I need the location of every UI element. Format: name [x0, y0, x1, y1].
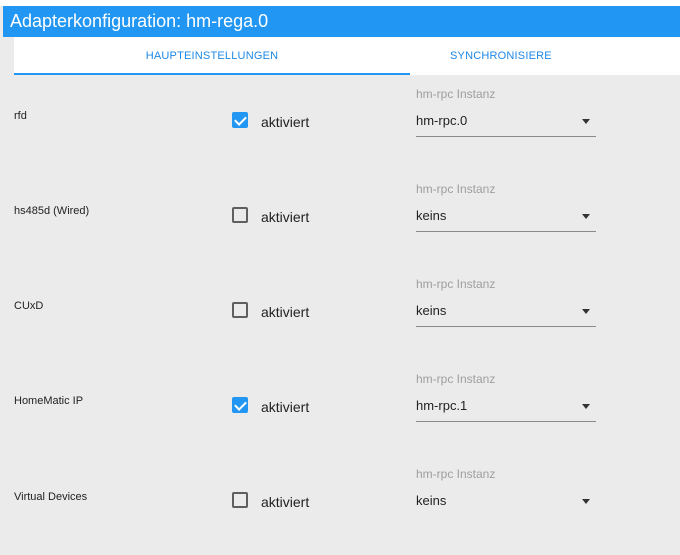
instance-select[interactable]: keins	[416, 490, 596, 512]
check-icon	[234, 113, 247, 126]
select-value: keins	[416, 303, 447, 318]
select-value: hm-rpc.1	[416, 398, 468, 413]
checkbox-label: aktiviert	[261, 209, 310, 225]
checkbox-label: aktiviert	[261, 399, 310, 415]
select-value: keins	[416, 493, 447, 508]
tab-bar: HAUPTEINSTELLUNGEN SYNCHRONISIERE	[14, 37, 680, 75]
instance-select[interactable]: keins	[416, 205, 596, 232]
check-icon	[234, 398, 247, 411]
select-label: hm-rpc Instanz	[416, 277, 496, 291]
enable-checkbox[interactable]	[232, 302, 248, 318]
instance-select[interactable]: hm-rpc.0	[416, 110, 596, 137]
row-label: HomeMatic IP	[14, 395, 84, 407]
caret-down-icon	[582, 404, 590, 409]
select-label: hm-rpc Instanz	[416, 372, 496, 386]
select-label: hm-rpc Instanz	[416, 87, 496, 101]
enable-checkbox[interactable]	[232, 492, 248, 508]
checkbox-label: aktiviert	[261, 114, 310, 130]
select-label: hm-rpc Instanz	[416, 182, 496, 196]
setting-row-homematic-ip: HomeMatic IP aktiviert hm-rpc Instanz hm…	[0, 365, 680, 460]
dialog-title: Adapterkonfiguration: hm-rega.0	[3, 6, 680, 37]
tab-synchronisiere[interactable]: SYNCHRONISIERE	[410, 37, 680, 75]
tab-haupteinstellungen[interactable]: HAUPTEINSTELLUNGEN	[14, 37, 410, 75]
caret-down-icon	[582, 119, 590, 124]
select-value: hm-rpc.0	[416, 113, 468, 128]
select-label: hm-rpc Instanz	[416, 467, 496, 481]
setting-row-virtual-devices: Virtual Devices aktiviert hm-rpc Instanz…	[0, 460, 680, 555]
caret-down-icon	[582, 309, 590, 314]
enable-checkbox[interactable]	[232, 397, 248, 413]
select-value: keins	[416, 208, 447, 223]
row-label: rfd	[14, 110, 27, 122]
setting-row-hs485d: hs485d (Wired) aktiviert hm-rpc Instanz …	[0, 175, 680, 270]
setting-row-rfd: rfd aktiviert hm-rpc Instanz hm-rpc.0	[0, 80, 680, 175]
enable-checkbox[interactable]	[232, 207, 248, 223]
checkbox-label: aktiviert	[261, 304, 310, 320]
caret-down-icon	[582, 499, 590, 504]
row-label: CUxD	[14, 300, 44, 312]
instance-select[interactable]: keins	[416, 300, 596, 327]
checkbox-label: aktiviert	[261, 494, 310, 510]
setting-row-cuxd: CUxD aktiviert hm-rpc Instanz keins	[0, 270, 680, 365]
row-label: Virtual Devices	[14, 491, 88, 503]
enable-checkbox[interactable]	[232, 112, 248, 128]
instance-select[interactable]: hm-rpc.1	[416, 395, 596, 422]
caret-down-icon	[582, 214, 590, 219]
row-label: hs485d (Wired)	[14, 205, 90, 217]
